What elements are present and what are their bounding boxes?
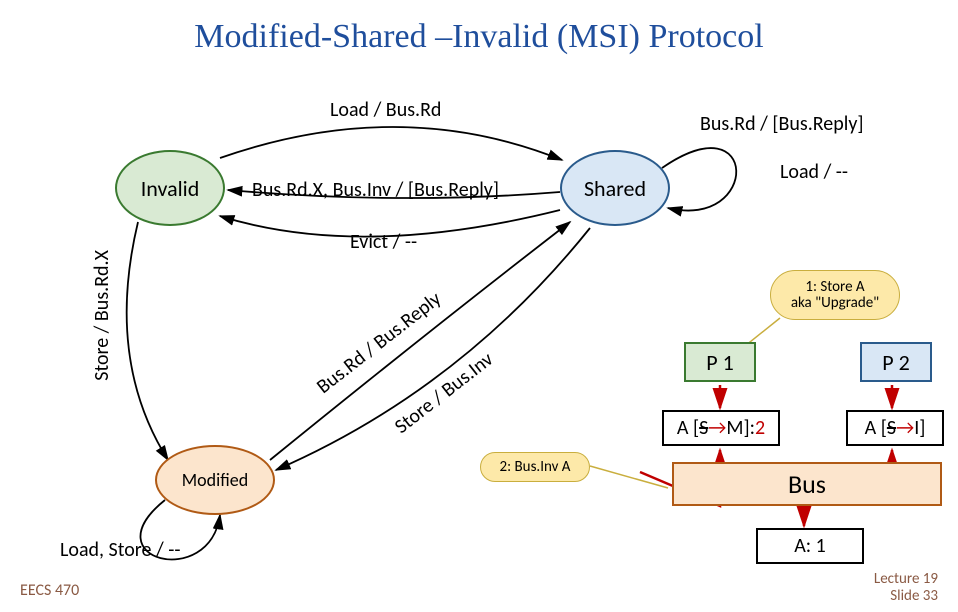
callout-store-a: 1: Store Aaka "Upgrade" xyxy=(770,270,900,320)
memory-box: A: 1 xyxy=(756,528,864,564)
state-modified: Modified xyxy=(155,445,275,515)
slide-title: Modified-Shared –Invalid (MSI) Protocol xyxy=(0,0,958,56)
processor-p2: P 2 xyxy=(860,342,932,382)
a1-arrow: → xyxy=(708,416,726,440)
a1-s: S xyxy=(699,416,708,440)
callout-businv-a: 2: Bus.Inv A xyxy=(480,452,590,482)
state-invalid: Invalid xyxy=(115,150,225,226)
lbl-store-busrdx: Store / Bus.Rd.X xyxy=(90,250,114,381)
a2-arrow: → xyxy=(896,416,914,440)
lbl-evict: Evict / -- xyxy=(350,230,417,254)
lbl-load-none: Load / -- xyxy=(780,160,848,184)
lbl-loadstore: Load, Store / -- xyxy=(60,538,180,562)
a2-i: I] xyxy=(914,416,925,440)
lbl-busrd-reply: Bus.Rd / [Bus.Reply] xyxy=(700,112,864,136)
bus-box: Bus xyxy=(672,462,942,506)
footer-right: Lecture 19 Slide 33 xyxy=(874,571,938,604)
state-shared: Shared xyxy=(560,150,670,226)
a1-pre: A [ xyxy=(677,416,699,440)
lbl-busrdx-businv: Bus.Rd.X, Bus.Inv / [Bus.Reply] xyxy=(252,178,499,202)
cache-block-a1: A [S→ M]: 2 xyxy=(662,410,780,446)
a2-pre: A [ xyxy=(865,416,887,440)
a1-m: M]: xyxy=(726,416,755,440)
footer-r2: Slide 33 xyxy=(890,587,938,605)
lbl-load-busrd: Load / Bus.Rd xyxy=(330,98,441,122)
cache-block-a2: A [S→ I] xyxy=(846,410,944,446)
footer-r1: Lecture 19 xyxy=(874,570,938,588)
lbl-busrd-busreply2: Bus.Rd / Bus.Reply xyxy=(312,287,446,399)
processor-p1: P 1 xyxy=(684,342,756,382)
a1-val: 2 xyxy=(755,416,765,440)
a2-s: S xyxy=(887,416,896,440)
lbl-store-businv: Store / Bus.Inv xyxy=(390,347,498,439)
footer-left: EECS 470 xyxy=(20,581,79,600)
